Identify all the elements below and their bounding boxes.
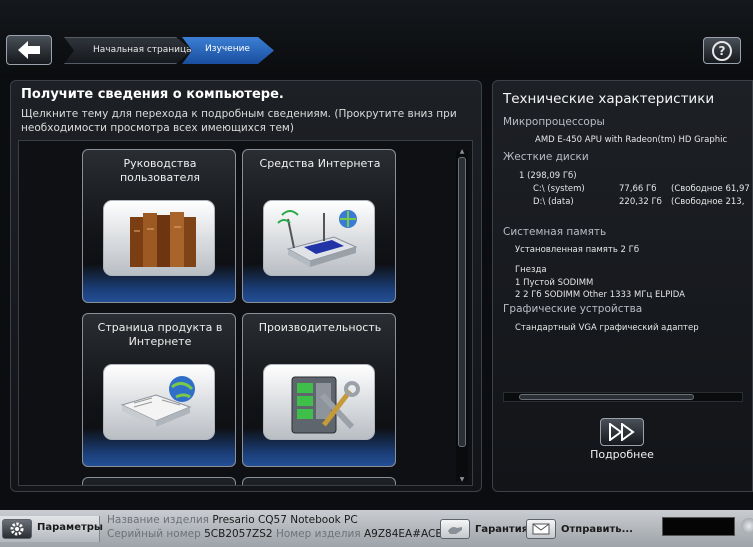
hscroll-thumb[interactable] xyxy=(519,394,694,400)
book-globe-icon xyxy=(103,364,215,440)
scroll-thumb[interactable] xyxy=(458,157,466,447)
topic-performance[interactable]: Производительность xyxy=(242,313,396,467)
graphics-value: Стандартный VGA графический адаптер xyxy=(515,323,699,333)
topic-label: Страница продукта в Интернете xyxy=(97,321,223,348)
memory-label: Системная память xyxy=(503,226,607,238)
hand-icon xyxy=(440,519,470,539)
help-button[interactable]: ? xyxy=(703,37,741,64)
processors-label: Микропроцессоры xyxy=(503,116,605,128)
status-display xyxy=(662,517,735,536)
topic-more-1[interactable] xyxy=(82,477,236,485)
processor-value: AMD E-450 APU with Radeon(tm) HD Graphic xyxy=(535,135,728,145)
product-name-value: Presario CQ57 Notebook PC xyxy=(212,514,358,526)
specs-hscrollbar[interactable] xyxy=(503,392,743,402)
product-number-label: Номер изделия xyxy=(275,528,361,540)
slots-label: Гнезда xyxy=(515,265,547,275)
graphics-label: Графические устройства xyxy=(503,303,643,315)
gear-icon xyxy=(2,519,32,539)
topics-scrollbar[interactable]: ▲ ▼ xyxy=(456,149,468,483)
settings-label: Параметры xyxy=(37,522,103,533)
books-icon xyxy=(103,200,215,276)
breadcrumb-explore[interactable]: Изучение xyxy=(182,37,274,64)
topic-label: Средства Интернета xyxy=(259,157,381,170)
warranty-button[interactable]: Гарантия xyxy=(440,516,528,542)
topic-user-guides[interactable]: Руководства пользователя xyxy=(82,149,236,303)
slot-1: 1 Пустой SODIMM xyxy=(515,278,594,288)
footer-bar: Параметры Название изделия Presario CQ57… xyxy=(0,510,753,547)
disk-d-size: 220,32 Гб xyxy=(619,197,662,207)
topic-label: Производительность xyxy=(258,321,382,334)
specs-title: Технические характеристики xyxy=(503,91,715,107)
breadcrumb: Начальная страница Изучение xyxy=(64,37,274,64)
disks-label: Жесткие диски xyxy=(503,151,589,163)
settings-button[interactable]: Параметры xyxy=(0,516,103,542)
more-details-button[interactable] xyxy=(600,418,644,446)
tools-panel-icon xyxy=(263,364,375,440)
specs-panel: Технические характеристики Микропроцессо… xyxy=(492,80,753,492)
back-arrow-icon xyxy=(18,41,40,59)
disk-c-name: C:\ (system) xyxy=(533,184,585,194)
disk-d-name: D:\ (data) xyxy=(533,197,574,207)
disk-d-free: (Свободное 213, xyxy=(671,197,745,207)
help-icon: ? xyxy=(712,40,732,61)
send-label: Отправить... xyxy=(561,523,633,535)
more-details-label: Подробнее xyxy=(590,448,654,461)
back-button[interactable] xyxy=(6,35,52,65)
topic-internet-tools[interactable]: Средства Интернета xyxy=(242,149,396,303)
warranty-label: Гарантия xyxy=(475,523,529,535)
serial-value: 5CB2057ZS2 xyxy=(204,528,273,540)
topic-more-2[interactable] xyxy=(242,477,396,485)
slot-2: 2 2 Гб SODIMM Other 1333 МГц ELPIDA xyxy=(515,290,685,300)
scroll-down-icon[interactable]: ▼ xyxy=(458,477,466,483)
product-info: Название изделия Presario CQ57 Notebook … xyxy=(107,513,443,541)
topic-label: Руководства пользователя xyxy=(119,157,201,184)
breadcrumb-explore-label: Изучение xyxy=(205,44,250,54)
send-button[interactable]: Отправить... xyxy=(526,516,633,542)
explore-description: Щелкните тему для перехода к подробным с… xyxy=(21,108,457,134)
breadcrumb-home-label: Начальная страница xyxy=(93,45,192,55)
scroll-up-icon[interactable]: ▲ xyxy=(458,149,466,155)
disk-header: 1 (298,09 Гб) xyxy=(519,171,577,181)
product-name-label: Название изделия xyxy=(107,514,210,526)
memory-installed: Установленная память 2 Гб xyxy=(515,245,640,255)
disk-c-free: (Свободное 61,97 xyxy=(671,184,750,194)
envelope-icon xyxy=(526,519,556,539)
serial-label: Серийный номер xyxy=(107,528,201,540)
explore-title: Получите сведения о компьютере. xyxy=(21,87,284,102)
fast-forward-icon xyxy=(609,423,635,441)
breadcrumb-home[interactable]: Начальная страница xyxy=(64,37,192,64)
topic-product-page[interactable]: Страница продукта в Интернете xyxy=(82,313,236,467)
product-number-value: A9Z84EA#ACB xyxy=(363,528,443,540)
top-bar: Начальная страница Изучение ? xyxy=(0,0,753,78)
explore-panel: Получите сведения о компьютере. Щелкните… xyxy=(10,80,482,492)
disk-c-size: 77,66 Гб xyxy=(619,184,657,194)
wireless-router-icon xyxy=(263,200,375,276)
topics-grid: Руководства пользователя Средства Интерн… xyxy=(18,140,473,486)
round-button[interactable] xyxy=(741,518,753,534)
